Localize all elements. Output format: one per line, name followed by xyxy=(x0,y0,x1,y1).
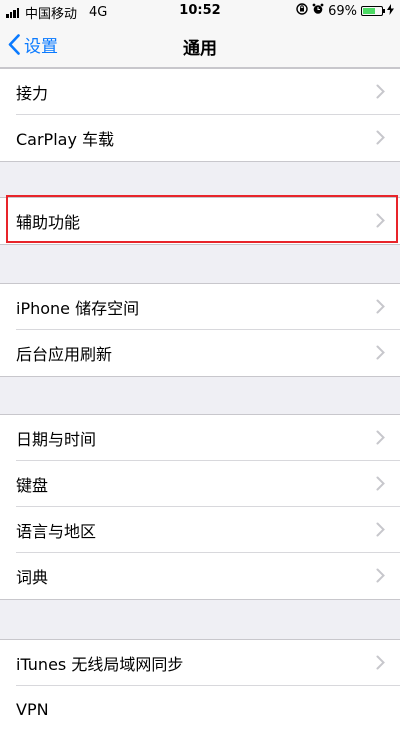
navigation-bar: 设置 通用 xyxy=(0,22,400,68)
chevron-right-icon xyxy=(376,476,385,491)
list-item-label: iPhone 储存空间 xyxy=(16,299,140,318)
list-item-date-time[interactable]: 日期与时间 xyxy=(0,415,400,461)
settings-group-5: iTunes 无线局域网同步 VPN xyxy=(0,639,400,732)
list-item-itunes-wifi-sync[interactable]: iTunes 无线局域网同步 xyxy=(0,640,400,686)
list-item-label: iTunes 无线局域网同步 xyxy=(16,655,184,674)
settings-group-4: 日期与时间 键盘 语言与地区 词典 xyxy=(0,414,400,600)
list-item-label: 语言与地区 xyxy=(16,522,97,541)
settings-group-1: 接力 CarPlay 车载 xyxy=(0,68,400,162)
chevron-right-icon xyxy=(376,655,385,670)
list-item-accessibility[interactable]: 辅助功能 xyxy=(0,198,400,244)
list-item-vpn[interactable]: VPN xyxy=(0,686,400,732)
battery-percent: 69% xyxy=(328,3,357,19)
list-item-keyboard[interactable]: 键盘 xyxy=(0,461,400,507)
settings-group-2: 辅助功能 xyxy=(0,197,400,245)
chevron-right-icon xyxy=(376,299,385,314)
chevron-right-icon xyxy=(376,430,385,445)
list-item-language-region[interactable]: 语言与地区 xyxy=(0,507,400,553)
list-item-label: 日期与时间 xyxy=(16,430,97,449)
chevron-right-icon xyxy=(376,345,385,360)
list-item-background-refresh[interactable]: 后台应用刷新 xyxy=(0,330,400,376)
alarm-icon xyxy=(312,3,324,19)
list-item-carplay[interactable]: CarPlay 车载 xyxy=(0,115,400,161)
list-item-label: 辅助功能 xyxy=(16,213,81,232)
rotation-lock-icon xyxy=(296,3,308,19)
settings-group-3: iPhone 储存空间 后台应用刷新 xyxy=(0,283,400,377)
chevron-right-icon xyxy=(376,213,385,228)
list-item-label: CarPlay 车载 xyxy=(16,130,115,149)
list-item-iphone-storage[interactable]: iPhone 储存空间 xyxy=(0,284,400,330)
chevron-right-icon xyxy=(376,568,385,583)
status-bar: 中国移动 4G 10:52 69% xyxy=(0,0,400,22)
chevron-right-icon xyxy=(376,130,385,145)
battery-fill xyxy=(363,8,376,14)
list-item-dictionary[interactable]: 词典 xyxy=(0,553,400,599)
list-item-handoff[interactable]: 接力 xyxy=(0,69,400,115)
list-item-label: 后台应用刷新 xyxy=(16,345,113,364)
list-item-label: VPN xyxy=(16,699,49,719)
battery-icon xyxy=(361,6,385,16)
page-title: 通用 xyxy=(183,39,217,59)
chevron-right-icon xyxy=(376,84,385,99)
charging-icon xyxy=(387,3,394,19)
chevron-right-icon xyxy=(376,522,385,537)
list-item-label: 接力 xyxy=(16,84,49,103)
status-right: 69% xyxy=(292,3,394,19)
list-item-label: 词典 xyxy=(16,568,49,587)
list-item-label: 键盘 xyxy=(16,476,49,495)
